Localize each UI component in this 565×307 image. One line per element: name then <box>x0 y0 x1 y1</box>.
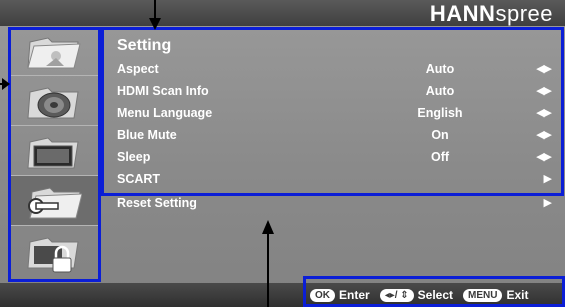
callout-arrow-bottom <box>262 220 274 307</box>
callout-arrow-top <box>149 0 161 30</box>
callout-arrow-left <box>0 78 10 90</box>
callout-arrows <box>0 0 274 307</box>
